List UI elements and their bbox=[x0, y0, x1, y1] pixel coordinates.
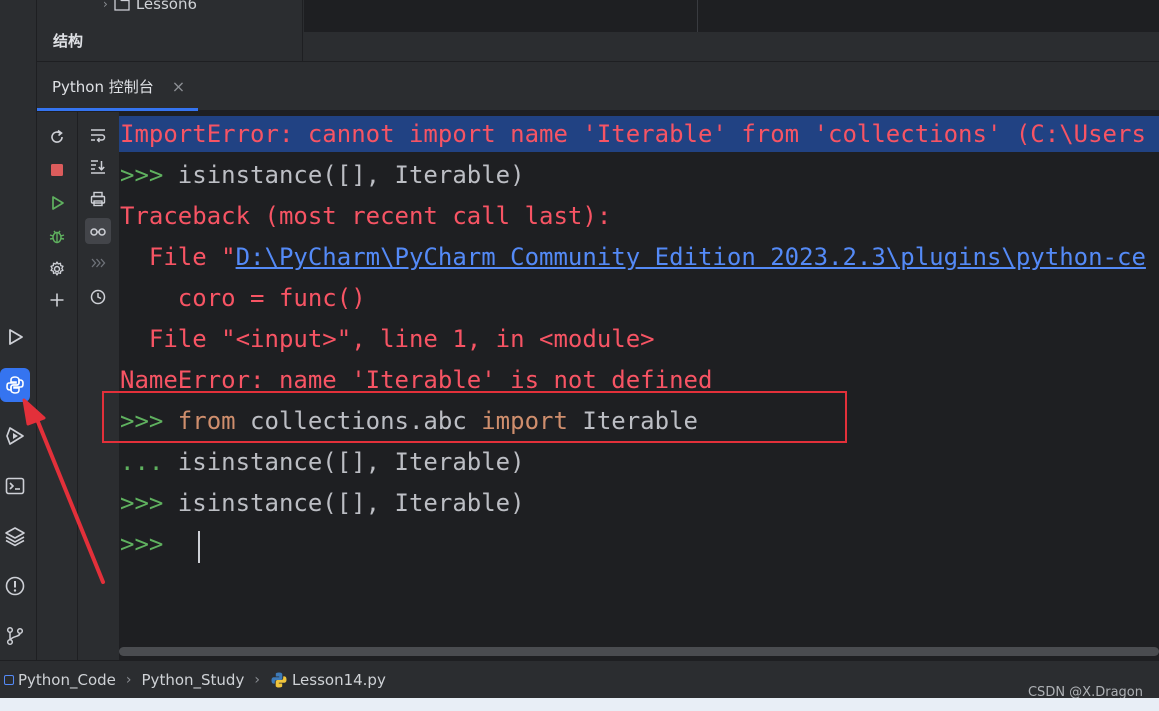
console-line-continuation: ... isinstance([], Iterable) bbox=[120, 444, 525, 480]
python-console-tool-button[interactable] bbox=[0, 368, 30, 402]
text-caret bbox=[198, 531, 200, 563]
error-text: Traceback (most recent call last): bbox=[120, 202, 612, 230]
console-line-file-link: File "D:\PyCharm\PyCharm Community Editi… bbox=[120, 239, 1146, 275]
python-logo-icon bbox=[6, 376, 24, 394]
tree-item-folder[interactable]: › Lesson6 bbox=[103, 0, 197, 14]
error-text: File "<input>", line 1, in <module> bbox=[120, 325, 655, 353]
terminal-tool-button[interactable] bbox=[0, 469, 30, 503]
console-line-file-input: File "<input>", line 1, in <module> bbox=[120, 321, 655, 357]
top-panels: › Lesson6 结构 bbox=[37, 0, 1159, 62]
breadcrumb-folder[interactable]: Python_Study bbox=[142, 671, 245, 689]
breadcrumb-label: Python_Study bbox=[141, 670, 245, 689]
console-output[interactable]: ImportError: cannot import name 'Iterabl… bbox=[119, 112, 1159, 642]
horizontal-scrollbar[interactable] bbox=[119, 642, 1159, 660]
annotation-highlight-box bbox=[102, 391, 847, 443]
input-code: isinstance([], Iterable) bbox=[177, 161, 525, 189]
error-text: File " bbox=[120, 243, 236, 271]
prompt: >>> bbox=[120, 530, 178, 558]
file-path-link[interactable]: D:\PyCharm\PyCharm Community Edition 202… bbox=[236, 243, 1146, 271]
services-tool-button[interactable] bbox=[0, 419, 30, 453]
history-button[interactable] bbox=[85, 284, 111, 310]
breadcrumb-label: Python_Code bbox=[18, 670, 116, 689]
error-text: coro = func() bbox=[120, 284, 366, 312]
problems-tool-button[interactable] bbox=[0, 569, 30, 603]
debug-bug-icon bbox=[49, 230, 65, 244]
console-toolbar-secondary bbox=[78, 112, 119, 660]
module-icon bbox=[4, 674, 14, 685]
breadcrumb-file[interactable]: Lesson14.py bbox=[270, 671, 386, 689]
error-text: NameError: name 'Iterable' is not define… bbox=[120, 366, 713, 394]
console-tab-bar: Python 控制台 × bbox=[37, 62, 1159, 111]
warning-circle-icon bbox=[5, 576, 25, 596]
structure-panel-title: 结构 bbox=[53, 32, 84, 50]
glasses-icon bbox=[90, 228, 106, 236]
stop-icon bbox=[51, 164, 63, 176]
more-actions-button[interactable] bbox=[85, 250, 111, 276]
settings-button[interactable] bbox=[44, 256, 70, 282]
active-tab-indicator bbox=[37, 108, 198, 111]
python-packages-tool-button[interactable] bbox=[0, 519, 30, 553]
plus-icon bbox=[50, 293, 64, 307]
git-branch-icon bbox=[6, 626, 24, 646]
scroll-to-end-icon bbox=[91, 160, 105, 174]
chevron-right-icon: › bbox=[103, 0, 108, 11]
close-icon[interactable]: × bbox=[172, 77, 185, 96]
execute-button[interactable] bbox=[44, 190, 70, 216]
layers-icon bbox=[5, 527, 25, 547]
services-icon bbox=[6, 427, 24, 445]
soft-wrap-icon bbox=[91, 129, 106, 143]
gear-icon bbox=[50, 261, 64, 276]
console-line-traceback: Traceback (most recent call last): bbox=[120, 198, 611, 234]
clock-icon bbox=[90, 289, 106, 305]
divider bbox=[697, 0, 698, 32]
printer-icon bbox=[90, 191, 106, 207]
input-code: isinstance([], Iterable) bbox=[177, 448, 525, 476]
tree-item-label: Lesson6 bbox=[135, 0, 197, 13]
run-icon bbox=[9, 329, 23, 345]
breadcrumb-label: Lesson14.py bbox=[291, 670, 386, 689]
console-line-code-context: coro = func() bbox=[120, 280, 366, 316]
terminal-icon bbox=[5, 477, 25, 495]
breadcrumb-separator: › bbox=[125, 671, 132, 688]
navigation-bar: Python_Code › Python_Study › Lesson14.py bbox=[0, 660, 1159, 698]
prompt: >>> bbox=[120, 161, 178, 189]
project-tree-panel: › Lesson6 结构 bbox=[37, 0, 303, 62]
input-code: isinstance([], Iterable) bbox=[177, 489, 525, 517]
scroll-to-end-button[interactable] bbox=[85, 154, 111, 180]
soft-wrap-button[interactable] bbox=[85, 122, 111, 148]
scrollbar-thumb[interactable] bbox=[119, 647, 1159, 656]
rerun-button[interactable] bbox=[44, 124, 70, 150]
tab-label: Python 控制台 bbox=[52, 78, 154, 96]
bottom-strip bbox=[0, 698, 1159, 711]
console-line-input: >>> isinstance([], Iterable) bbox=[120, 157, 525, 193]
editor-area-top bbox=[304, 0, 1159, 32]
tool-window-stripe bbox=[0, 0, 37, 660]
console-input-line[interactable]: >>> bbox=[120, 526, 178, 562]
print-button[interactable] bbox=[85, 186, 111, 212]
run-tool-button[interactable] bbox=[0, 320, 30, 354]
play-icon bbox=[52, 196, 64, 210]
console-toolbar-primary bbox=[37, 112, 78, 660]
stop-button[interactable] bbox=[44, 157, 70, 183]
attach-debugger-button[interactable] bbox=[44, 223, 70, 249]
show-variables-button[interactable] bbox=[85, 218, 111, 244]
prompt: >>> bbox=[120, 489, 178, 517]
rerun-icon bbox=[51, 129, 63, 143]
version-control-tool-button[interactable] bbox=[0, 619, 30, 653]
double-chevron-right-icon bbox=[91, 258, 106, 268]
console-line-import-error: ImportError: cannot import name 'Iterabl… bbox=[119, 116, 1159, 152]
breadcrumb-separator: › bbox=[254, 671, 260, 688]
console-line-input: >>> isinstance([], Iterable) bbox=[120, 485, 525, 521]
continuation-prompt: ... bbox=[120, 448, 178, 476]
python-file-icon bbox=[271, 672, 287, 687]
new-console-button[interactable] bbox=[44, 287, 70, 313]
tab-python-console[interactable]: Python 控制台 × bbox=[37, 62, 198, 111]
breadcrumb-project[interactable]: Python_Code bbox=[4, 671, 116, 689]
error-text: ImportError: cannot import name 'Iterabl… bbox=[120, 120, 1146, 148]
folder-icon bbox=[114, 0, 130, 11]
